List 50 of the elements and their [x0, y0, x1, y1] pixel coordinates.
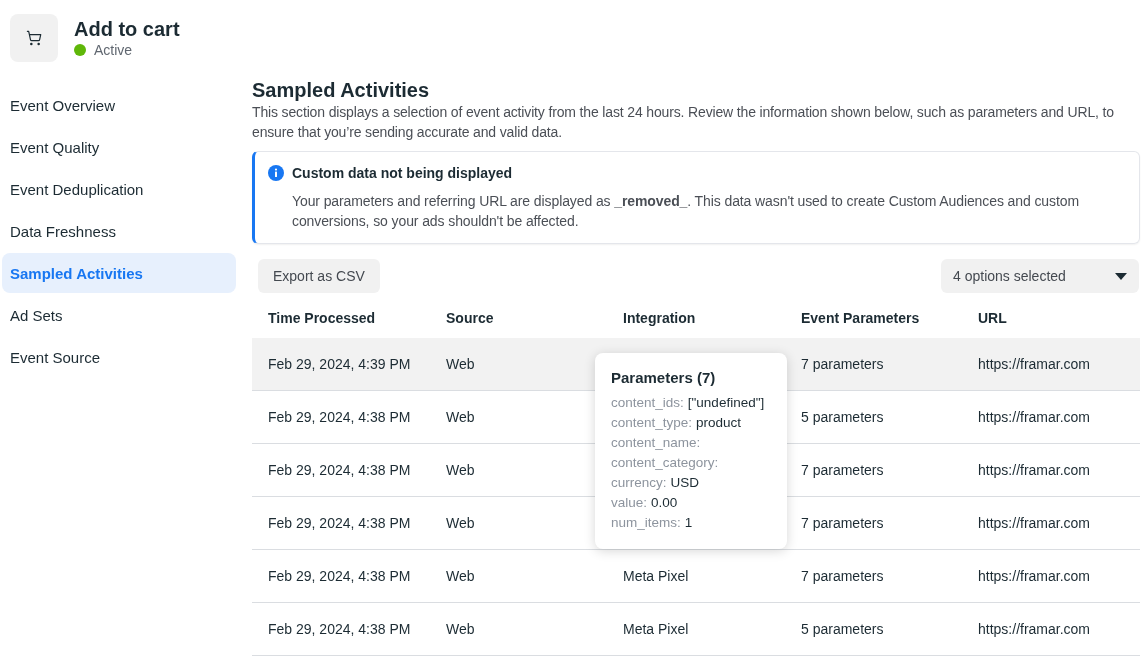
table-cell: Feb 29, 2024, 4:38 PM	[268, 462, 411, 478]
parameter-name: num_items:	[611, 514, 681, 532]
parameter-name: content_name:	[611, 434, 701, 452]
table-cell: 5 parameters	[801, 621, 884, 637]
column-header: URL	[977, 310, 1008, 326]
parameter-name: content_type:	[611, 414, 693, 432]
notice-title: Custom data not being displayed	[292, 164, 513, 183]
column-header: Integration	[622, 310, 697, 326]
parameter-value: product	[696, 414, 742, 432]
table-cell: Web	[446, 356, 475, 372]
table-cell: https://framar.com	[978, 515, 1091, 531]
table-cell: https://framar.com	[978, 462, 1091, 478]
parameter-name: content_category:	[611, 454, 719, 472]
popover-title: Parameters (7)	[611, 368, 717, 388]
parameter-name: currency:	[611, 474, 667, 492]
table-cell: Web	[446, 515, 475, 531]
parameter-name: value:	[611, 494, 648, 512]
status-label: Active	[94, 41, 133, 59]
parameter-value: 0.00	[651, 494, 678, 512]
event-title: Add to cart	[74, 17, 180, 41]
table-cell: https://framar.com	[978, 409, 1091, 425]
table-cell: Web	[446, 462, 475, 478]
table-cell: https://framar.com	[978, 568, 1091, 584]
table-cell: https://framar.com	[978, 621, 1091, 637]
table-cell: Web	[446, 568, 475, 584]
table-cell: https://framar.com	[978, 356, 1091, 372]
table-cell: Meta Pixel	[623, 568, 689, 584]
parameter-value: USD	[670, 474, 700, 492]
table-cell: Feb 29, 2024, 4:38 PM	[268, 621, 411, 637]
section-description: This section displays a selection of event activity from the last 24 hours. Review the information shown below, such as parameters and URL, to ensure that you’re sending accurate and valid data.	[252, 103, 1115, 142]
parameter-value: ["undefined"]	[687, 394, 765, 412]
table-cell: Feb 29, 2024, 4:38 PM	[268, 515, 411, 531]
column-header: Source	[445, 310, 495, 326]
parameter-value: 1	[684, 514, 693, 532]
column-header: Event Parameters	[800, 310, 921, 326]
table-cell: 7 parameters	[801, 356, 884, 372]
table-cell: Web	[446, 409, 475, 425]
table-cell: 5 parameters	[801, 409, 884, 425]
table-cell: 7 parameters	[801, 515, 884, 531]
table-cell: Feb 29, 2024, 4:38 PM	[268, 409, 411, 425]
column-header: Time Processed	[267, 310, 377, 326]
section-title: Sampled Activities	[252, 78, 431, 102]
notice-text: Your parameters and referring URL are displayed as _removed_. This data wasn't used to create Custom Audiences and custom conversions, so your ads shouldn't be affected.	[292, 192, 1080, 231]
parameter-name: content_ids:	[611, 394, 684, 412]
table-cell: Feb 29, 2024, 4:39 PM	[268, 356, 411, 372]
table-cell: 7 parameters	[801, 568, 884, 584]
table-cell: Meta Pixel	[623, 621, 689, 637]
table-cell: Web	[446, 621, 475, 637]
table-cell: 7 parameters	[801, 462, 884, 478]
table-cell: Feb 29, 2024, 4:38 PM	[268, 568, 411, 584]
